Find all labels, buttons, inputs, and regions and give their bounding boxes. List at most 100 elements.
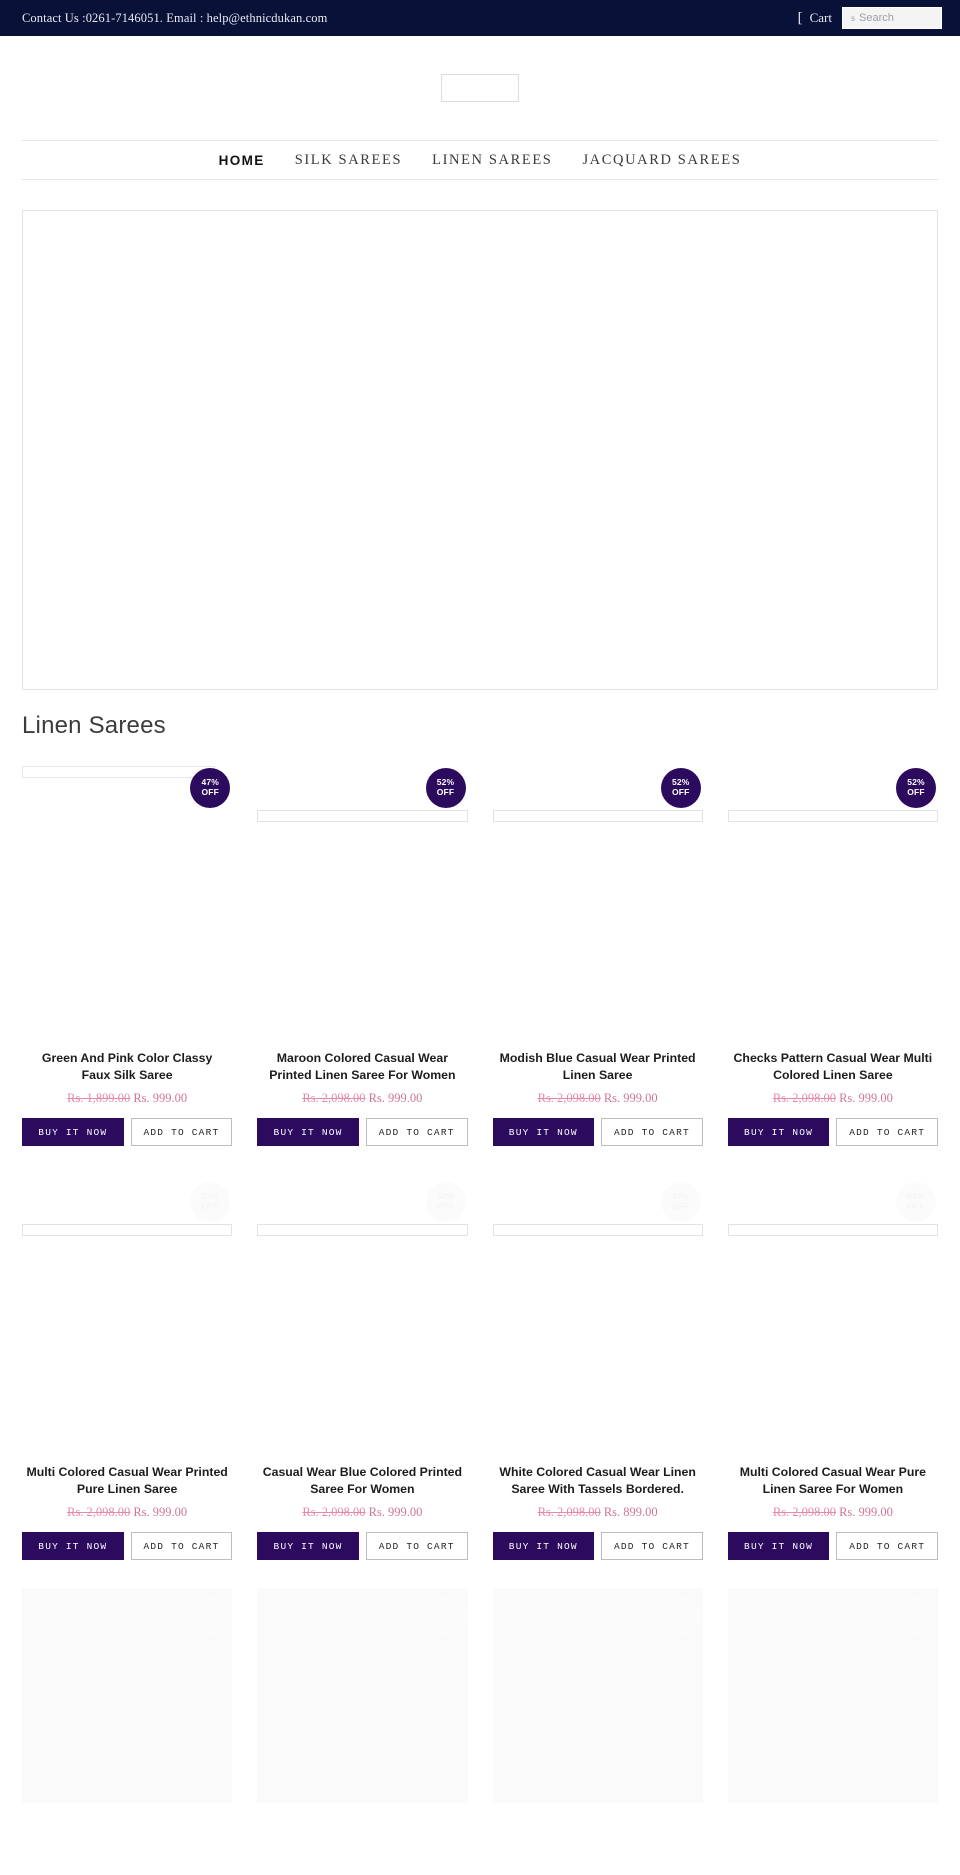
product-image[interactable]: 52% OFF [257,760,468,1050]
discount-badge [660,1596,701,1636]
card-spacer [257,1146,467,1168]
product-title[interactable]: Green And Pink Color Classy Faux Silk Sa… [22,1050,232,1084]
product-image-placeholder [22,766,216,778]
search-input[interactable] [859,8,941,28]
product-image-placeholder [492,1224,703,1236]
product-title[interactable]: Modish Blue Casual Wear Printed Linen Sa… [493,1050,703,1084]
page-title: Linen Sarees [22,712,166,739]
product-card[interactable]: 52% OFF Casual Wear Blue Colored Printed S… [257,1168,468,1582]
product-image[interactable]: 52% OFF [22,1174,233,1464]
product-card[interactable] [727,1582,938,1803]
product-title[interactable]: White Colored Casual Wear Linen Saree Wi… [493,1464,703,1498]
product-image[interactable]: 52% OFF [492,760,703,1050]
price-original: Rs. 2,098.00 [302,1091,366,1105]
nav-item-linen-sarees[interactable]: LINEN SAREES [432,152,552,169]
product-card[interactable]: 52% OFF Multi Colored Casual Wear Printed … [22,1168,233,1582]
nav-item-silk-sarees[interactable]: SILK SAREES [295,152,402,169]
product-image[interactable]: 47% OFF [22,760,233,1050]
product-actions: BUY IT NOW ADD TO CART [22,1118,233,1146]
discount-suffix: OFF [671,1201,690,1211]
product-title[interactable]: Casual Wear Blue Colored Printed Saree F… [257,1464,467,1498]
discount-badge [190,1596,231,1636]
product-price: Rs. 2,098.00 Rs. 999.00 [493,1091,703,1106]
product-actions: BUY IT NOW ADD TO CART [727,1532,938,1560]
card-spacer [728,1146,938,1168]
card-spacer [22,1146,232,1168]
add-to-cart-button[interactable]: ADD TO CART [365,1532,468,1560]
buy-it-now-button[interactable]: BUY IT NOW [492,1532,595,1560]
add-to-cart-button[interactable]: ADD TO CART [836,1118,938,1146]
product-card[interactable] [22,1582,233,1803]
buy-it-now-button[interactable]: BUY IT NOW [727,1118,830,1146]
product-card[interactable]: 47% OFF Green And Pink Color Classy Faux S… [22,754,233,1168]
product-card[interactable] [492,1582,703,1803]
add-to-cart-button[interactable]: ADD TO CART [601,1118,703,1146]
discount-badge: 52% OFF [425,768,466,808]
product-price: Rs. 2,098.00 Rs. 999.00 [22,1505,232,1520]
add-to-cart-button[interactable]: ADD TO CART [130,1118,233,1146]
discount-suffix: OFF [436,1201,455,1211]
product-card[interactable] [257,1582,468,1803]
product-card[interactable]: 52% OFF Multi Colored Casual Wear Pure Lin… [727,1168,938,1582]
product-image[interactable] [492,1588,703,1803]
price-original: Rs. 2,098.00 [302,1505,366,1519]
product-image[interactable] [727,1588,938,1803]
product-image[interactable] [257,1588,468,1803]
product-title[interactable]: Multi Colored Casual Wear Pure Linen Sar… [728,1464,938,1498]
buy-it-now-button[interactable]: BUY IT NOW [22,1118,124,1146]
discount-suffix: OFF [907,787,925,797]
add-to-cart-button[interactable]: ADD TO CART [601,1532,703,1560]
product-image[interactable] [22,1588,233,1803]
price-sale: Rs. 999.00 [368,1505,423,1519]
discount-badge [896,1596,936,1636]
price-original: Rs. 2,098.00 [67,1505,131,1519]
price-sale: Rs. 999.00 [839,1505,893,1519]
product-actions: BUY IT NOW ADD TO CART [727,1118,938,1146]
buy-it-now-button[interactable]: BUY IT NOW [257,1118,359,1146]
search-box[interactable]: s [842,7,942,29]
add-to-cart-button[interactable]: ADD TO CART [365,1118,468,1146]
collection-section: Linen Sarees 47% OFF Green And Pink Color … [0,690,960,1803]
product-image[interactable]: 57% OFF [492,1174,703,1464]
nav-item-jacquard-sarees[interactable]: JACQUARD SAREES [582,152,741,169]
product-image-placeholder [727,810,938,822]
product-image[interactable]: 52% OFF [727,1174,938,1464]
price-sale: Rs. 999.00 [368,1091,423,1105]
product-card[interactable]: 57% OFF White Colored Casual Wear Linen Sa… [492,1168,703,1582]
product-title[interactable]: Maroon Colored Casual Wear Printed Linen… [257,1050,467,1084]
add-to-cart-button[interactable]: ADD TO CART [130,1532,233,1560]
hero-slider[interactable] [22,210,938,690]
buy-it-now-button[interactable]: BUY IT NOW [727,1532,830,1560]
product-price: Rs. 2,098.00 Rs. 999.00 [257,1091,467,1106]
product-image[interactable]: 52% OFF [727,760,938,1050]
product-actions: BUY IT NOW ADD TO CART [492,1532,703,1560]
buy-it-now-button[interactable]: BUY IT NOW [22,1532,124,1560]
product-card[interactable]: 52% OFF Modish Blue Casual Wear Printed Li… [492,754,703,1168]
product-card[interactable]: 52% OFF Checks Pattern Casual Wear Multi C… [727,754,938,1168]
logo-header [0,36,960,140]
product-price: Rs. 1,899.00 Rs. 999.00 [22,1091,232,1106]
site-logo[interactable] [441,74,519,102]
price-sale: Rs. 999.00 [839,1091,893,1105]
buy-it-now-button[interactable]: BUY IT NOW [492,1118,595,1146]
product-image[interactable]: 52% OFF [257,1174,468,1464]
discount-badge: 52% OFF [896,768,936,808]
discount-suffix: OFF [671,787,690,797]
product-image-placeholder [22,1224,233,1236]
discount-badge [425,1596,466,1636]
price-original: Rs. 2,098.00 [537,1505,601,1519]
buy-it-now-button[interactable]: BUY IT NOW [257,1532,359,1560]
product-title[interactable]: Checks Pattern Casual Wear Multi Colored… [728,1050,938,1084]
price-original: Rs. 2,098.00 [537,1091,601,1105]
product-title[interactable]: Multi Colored Casual Wear Printed Pure L… [22,1464,232,1498]
product-price: Rs. 2,098.00 Rs. 999.00 [257,1505,467,1520]
product-card[interactable]: 52% OFF Maroon Colored Casual Wear Printed… [257,754,468,1168]
price-sale: Rs. 999.00 [603,1091,658,1105]
discount-suffix: OFF [907,1201,925,1211]
product-price: Rs. 2,098.00 Rs. 899.00 [493,1505,703,1520]
nav-item-home[interactable]: HOME [219,153,265,168]
add-to-cart-button[interactable]: ADD TO CART [836,1532,938,1560]
cart-button[interactable]: [ Cart [798,10,832,26]
price-original: Rs. 2,098.00 [772,1091,837,1105]
price-original: Rs. 1,899.00 [67,1091,131,1105]
